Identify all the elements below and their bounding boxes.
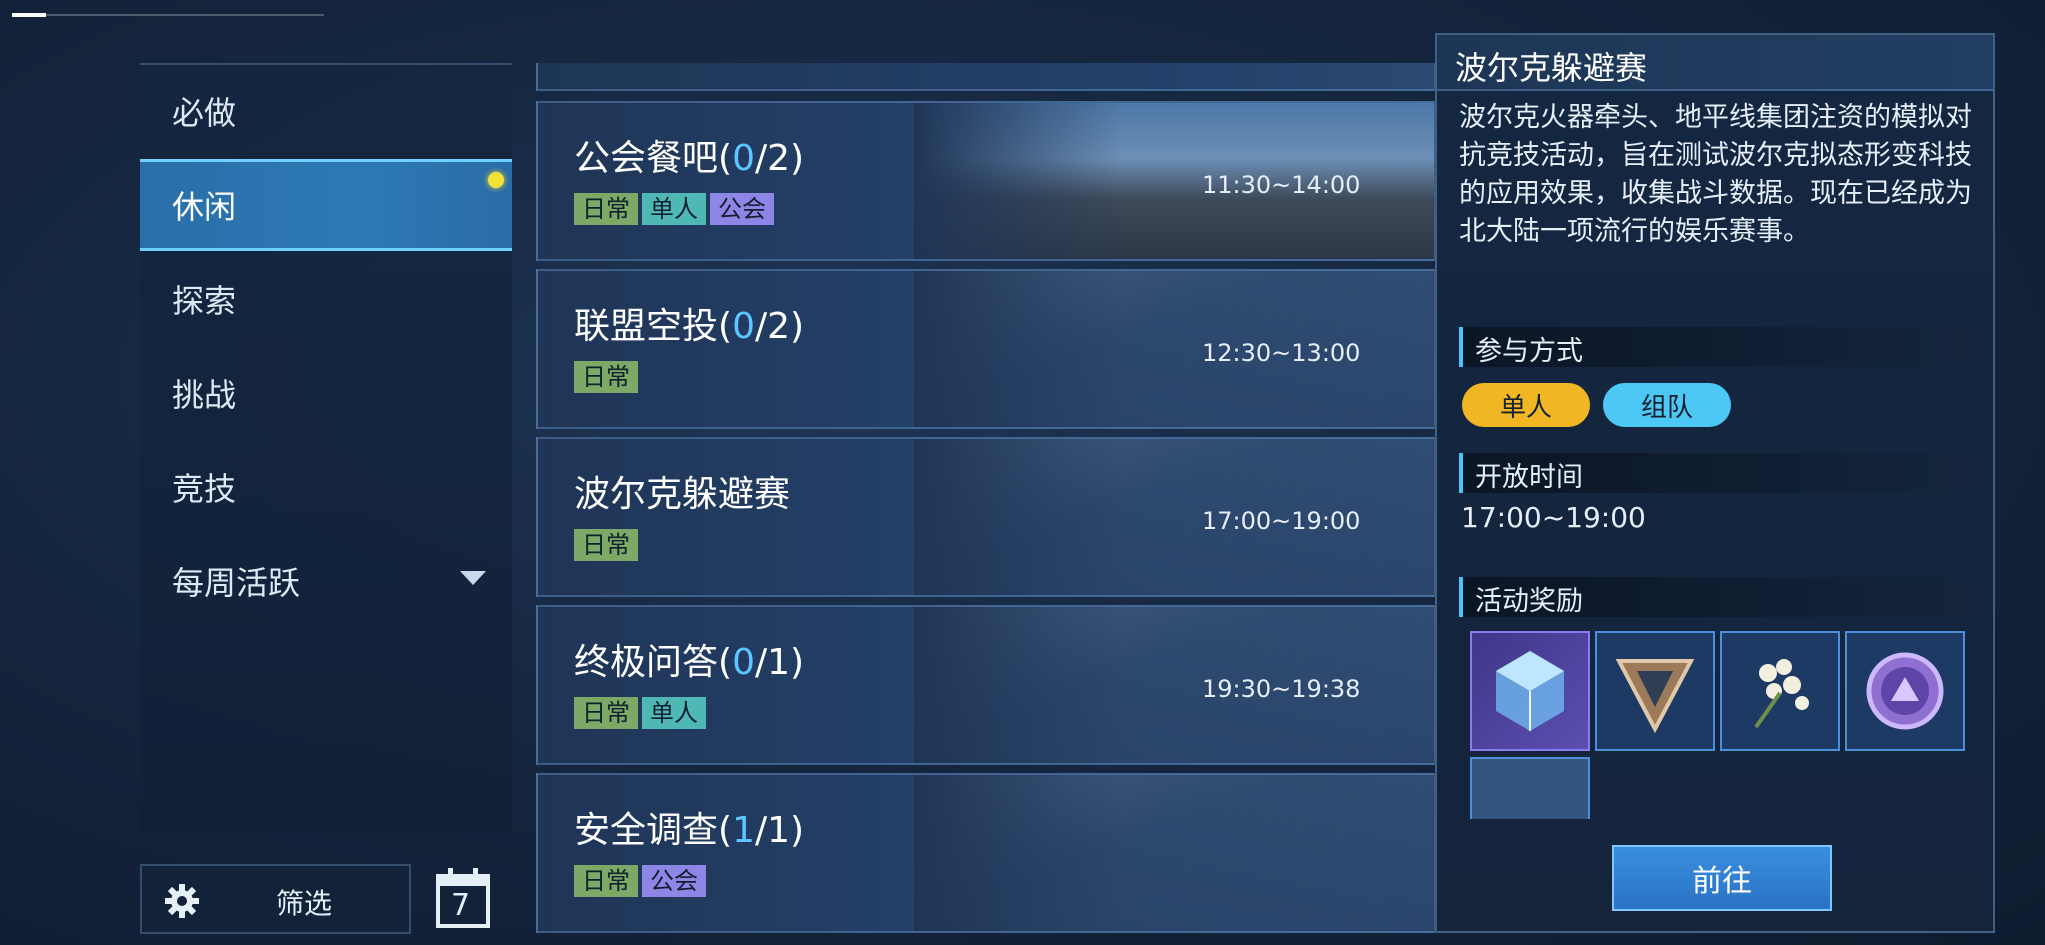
detail-description: 波尔克火器牵头、地平线集团注资的模拟对抗竞技活动，旨在测试波尔克拟态形变科技的应… — [1459, 102, 1972, 247]
sidebar-item-explore[interactable]: 探索 — [140, 253, 512, 345]
detail-title: 波尔克躲避赛 — [1455, 49, 1648, 87]
sidebar-item-label: 每周活跃 — [172, 564, 301, 602]
filter-button[interactable]: 筛选 — [140, 864, 411, 934]
filter-label: 筛选 — [276, 887, 333, 920]
activity-time: 11:30~14:00 — [1202, 171, 1361, 199]
activity-list: 公会餐吧(0/2) 11:30~14:00 日常 单人 公会 联盟空投(0/2)… — [536, 63, 1436, 933]
emblem-icon — [1615, 659, 1695, 734]
reward-item-partial[interactable] — [1470, 757, 1590, 819]
category-sidebar: 必做 休闲 探索 挑战 竞技 每周活跃 — [140, 63, 512, 833]
top-status-bar — [12, 10, 324, 30]
cube-icon — [1496, 651, 1564, 731]
activity-count: 0 — [732, 138, 755, 179]
activity-detail-panel: 波尔克躲避赛 波尔克火器牵头、地平线集团注资的模拟对抗竞技活动，旨在测试波尔克拟… — [1435, 33, 1995, 933]
activity-title: 安全调查(1/1) — [574, 810, 805, 851]
reward-item-flowers[interactable] — [1720, 631, 1840, 751]
list-item-partial — [536, 63, 1436, 91]
tag-daily: 日常 — [574, 865, 638, 897]
goto-button[interactable]: 前往 — [1612, 845, 1832, 911]
activity-title: 联盟空投(0/2) — [574, 306, 805, 347]
activity-time: 19:30~19:38 — [1202, 675, 1361, 703]
activity-title: 波尔克躲避赛 — [574, 474, 791, 515]
status-track — [12, 14, 324, 16]
status-fill — [12, 13, 46, 17]
activity-count: 0 — [732, 306, 755, 347]
activity-card-ultimate-quiz[interactable]: 终极问答(0/1) 19:30~19:38 日常 单人 — [536, 605, 1436, 765]
sidebar-item-label: 竞技 — [172, 470, 237, 508]
sidebar-item-label: 探索 — [172, 282, 237, 320]
mode-solo-pill: 单人 — [1462, 383, 1590, 427]
sidebar-item-label: 必做 — [172, 94, 237, 132]
tag-solo: 单人 — [642, 697, 706, 729]
flower-icon — [1754, 659, 1809, 729]
reward-item-emblem[interactable] — [1595, 631, 1715, 751]
tag-daily: 日常 — [574, 697, 638, 729]
activity-title: 公会餐吧(0/2) — [574, 138, 805, 179]
sidebar-item-challenge[interactable]: 挑战 — [140, 347, 512, 439]
coin-icon — [1866, 652, 1944, 730]
notification-dot — [488, 172, 504, 188]
tag-solo: 单人 — [642, 193, 706, 225]
sidebar-item-weekly-active[interactable]: 每周活跃 — [140, 535, 512, 627]
mode-team-pill: 组队 — [1603, 383, 1731, 427]
activity-card-polk-dodge[interactable]: 波尔克躲避赛 17:00~19:00 日常 — [536, 437, 1436, 597]
activity-thumbnail — [914, 775, 1434, 931]
open-time-heading: 开放时间 — [1459, 453, 1979, 493]
activity-count: 1 — [732, 810, 755, 851]
participation-heading: 参与方式 — [1459, 327, 1979, 367]
tag-guild: 公会 — [642, 865, 706, 897]
gear-icon — [165, 884, 199, 918]
activity-title: 终极问答(0/1) — [574, 642, 805, 683]
activity-time: 17:00~19:00 — [1202, 507, 1361, 535]
reward-item-cube[interactable] — [1470, 631, 1590, 751]
chevron-down-icon — [460, 571, 486, 585]
sidebar-item-label: 挑战 — [172, 376, 237, 414]
activity-card-security-investigation[interactable]: 安全调查(1/1) 日常 公会 — [536, 773, 1436, 933]
activity-count: 0 — [732, 642, 755, 683]
calendar-button[interactable]: 7 — [434, 866, 492, 930]
sidebar-item-label: 休闲 — [172, 188, 237, 226]
activity-card-guild-diner[interactable]: 公会餐吧(0/2) 11:30~14:00 日常 单人 公会 — [536, 101, 1436, 261]
activity-card-alliance-airdrop[interactable]: 联盟空投(0/2) 12:30~13:00 日常 — [536, 269, 1436, 429]
sidebar-item-must-do[interactable]: 必做 — [140, 65, 512, 157]
sidebar-item-leisure[interactable]: 休闲 — [140, 159, 512, 251]
tag-daily: 日常 — [574, 361, 638, 393]
open-time-value: 17:00~19:00 — [1461, 501, 1646, 534]
activity-time: 12:30~13:00 — [1202, 339, 1361, 367]
detail-header: 波尔克躲避赛 — [1437, 35, 1993, 91]
tag-guild: 公会 — [710, 193, 774, 225]
sidebar-item-competitive[interactable]: 竞技 — [140, 441, 512, 533]
tag-daily: 日常 — [574, 529, 638, 561]
calendar-day: 7 — [451, 888, 471, 923]
tag-daily: 日常 — [574, 193, 638, 225]
reward-item-coin[interactable] — [1845, 631, 1965, 751]
rewards-heading: 活动奖励 — [1459, 577, 1979, 617]
